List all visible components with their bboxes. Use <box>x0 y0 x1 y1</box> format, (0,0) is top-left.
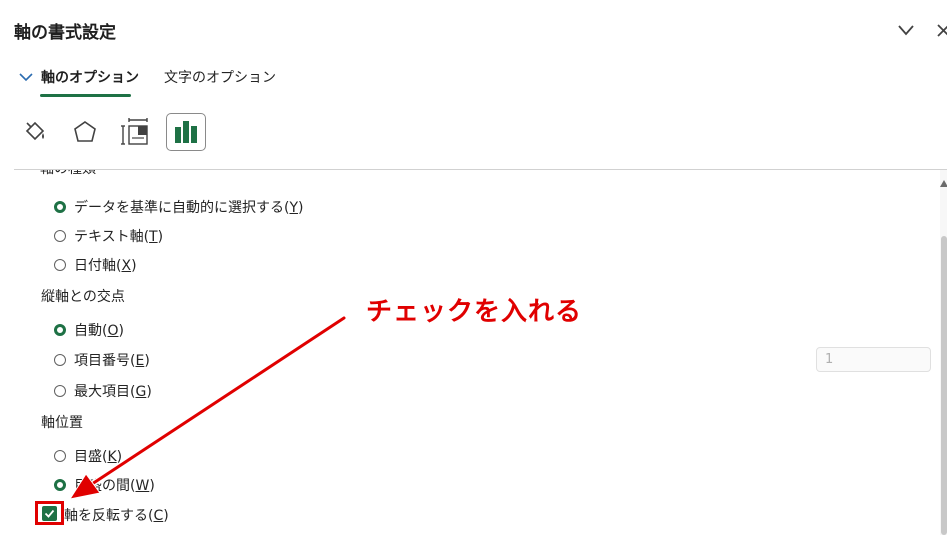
radio-button[interactable] <box>54 230 66 242</box>
scroll-up-arrow-icon[interactable] <box>940 180 947 187</box>
axis-options-category-button[interactable] <box>166 113 206 151</box>
reverse-order-checkbox[interactable] <box>42 506 57 521</box>
size-properties-icon <box>121 118 148 145</box>
annotation-text: チェックを入れる <box>366 297 583 327</box>
fill-bucket-icon <box>25 121 45 141</box>
pentagon-effects-icon <box>74 121 96 142</box>
radio-label: 項目番号(E) <box>74 353 150 369</box>
size-properties-category-button[interactable] <box>115 113 155 151</box>
close-icon[interactable] <box>935 20 947 40</box>
chevron-down-icon[interactable] <box>18 70 34 84</box>
tab-axis-options[interactable]: 軸のオプション <box>41 67 139 87</box>
radio-label: 最大項目(G) <box>74 384 152 400</box>
scrollbar-thumb[interactable] <box>941 236 947 535</box>
radio-max-category[interactable]: 最大項目(G) <box>54 381 152 401</box>
radio-date-axis[interactable]: 日付軸(X) <box>54 255 137 275</box>
annotation-arrow-icon <box>68 315 347 500</box>
tab-text-options[interactable]: 文字のオプション <box>164 67 276 87</box>
radio-label: 日付軸(X) <box>74 258 137 274</box>
category-number-input[interactable]: 1 <box>816 347 931 372</box>
radio-label: テキスト軸(T) <box>74 229 164 245</box>
radio-button[interactable] <box>54 385 66 397</box>
reverse-order-label: 軸を反転する(C) <box>64 508 169 524</box>
radio-on-tick-marks[interactable]: 目盛(K) <box>54 446 122 466</box>
divider <box>14 169 947 170</box>
radio-text-axis[interactable]: テキスト軸(T) <box>54 226 163 246</box>
effects-category-button[interactable] <box>65 113 105 151</box>
radio-crosses-auto[interactable]: 自動(O) <box>54 320 124 340</box>
radio-label: データを基準に自動的に選択する(Y) <box>74 200 304 216</box>
radio-button[interactable] <box>54 259 66 271</box>
radio-button[interactable] <box>54 324 66 336</box>
scroll-clip-mask <box>0 152 930 169</box>
radio-category-number[interactable]: 項目番号(E) <box>54 350 150 370</box>
radio-label: 自動(O) <box>74 323 124 339</box>
pane-title: 軸の書式設定 <box>14 23 116 43</box>
radio-auto-select[interactable]: データを基準に自動的に選択する(Y) <box>54 197 304 217</box>
radio-button[interactable] <box>54 354 66 366</box>
fill-line-category-button[interactable] <box>15 113 55 151</box>
axis-position-heading: 軸位置 <box>41 415 83 431</box>
bar-chart-icon <box>175 121 197 143</box>
radio-button[interactable] <box>54 201 66 213</box>
crosses-heading: 縦軸との交点 <box>41 289 125 305</box>
radio-label: 目盛(K) <box>74 449 123 465</box>
checkmark-icon <box>44 509 55 518</box>
radio-button[interactable] <box>54 450 66 462</box>
radio-button[interactable] <box>54 479 66 491</box>
collapse-pane-chevron-icon[interactable] <box>896 20 916 40</box>
radio-label: 目盛の間(W) <box>74 478 155 494</box>
active-tab-indicator <box>40 94 131 97</box>
radio-between-tick-marks[interactable]: 目盛の間(W) <box>54 475 155 495</box>
